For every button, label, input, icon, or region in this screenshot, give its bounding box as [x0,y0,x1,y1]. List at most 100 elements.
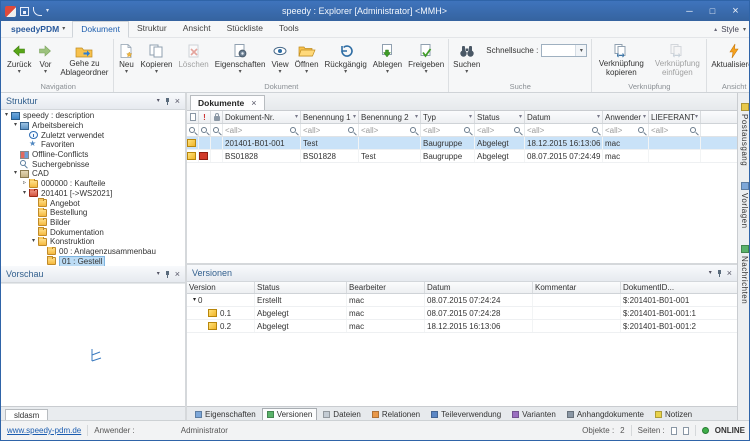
refresh-button[interactable]: Aktualisieren [708,39,750,82]
filter-cell[interactable]: <all> [525,124,603,136]
quick-search-combobox[interactable] [541,44,587,57]
column-warning[interactable] [199,111,211,123]
column-kommentar[interactable]: Kommentar [533,282,621,293]
column-status[interactable]: Status [475,111,525,123]
panel-menu-icon[interactable] [157,98,160,104]
column-version[interactable]: Version [187,282,255,293]
filter-dropdown-icon[interactable] [295,114,298,120]
version-row[interactable]: ▾ 0 Erstellt mac 08.07.2015 07:24:24 $:2… [187,294,737,307]
side-tab[interactable]: Vorlagen [740,182,749,229]
version-row[interactable]: 0.1 Abgelegt mac 08.07.2015 07:24:28 $:2… [187,307,737,320]
row-expander-icon[interactable]: ▾ [191,297,198,304]
tree-expander-icon[interactable]: ▾ [30,238,37,245]
new-button[interactable]: Neu [115,39,137,82]
column-anwender[interactable]: Anwender [603,111,649,123]
filter-cell[interactable] [199,124,211,136]
column-document-type[interactable] [187,111,199,123]
close-panel-icon[interactable] [727,269,732,278]
filter-cell[interactable]: <all> [359,124,421,136]
tree-item[interactable]: ▹ 000000 : Kaufteile [1,179,185,189]
column-lieferant[interactable]: LIEFERANT [649,111,701,123]
tree-item[interactable]: Favoriten [1,140,185,150]
forward-button[interactable]: Vor [34,39,56,82]
ribbon-tab[interactable]: Struktur [129,21,175,37]
app-icon[interactable] [5,6,16,17]
tree-item[interactable]: Offline-Conflicts [1,150,185,160]
tree-item[interactable]: ▾ Arbeitsbereich [1,121,185,131]
filter-dropdown-icon[interactable] [415,114,418,120]
tree-item[interactable]: ▾ 201401 [->WS2021] [1,189,185,199]
release-button[interactable]: Freigeben [405,39,447,82]
tree-item[interactable]: Suchergebnisse [1,159,185,169]
ribbon-tab[interactable]: Dokument [72,21,129,38]
search-button[interactable]: Suchen [450,39,483,82]
style-selector[interactable]: Style [721,25,739,34]
tree-item[interactable]: ▾ CAD [1,169,185,179]
collapse-ribbon-icon[interactable] [714,26,717,33]
filter-cell[interactable]: <all> [649,124,701,136]
open-button[interactable]: Öffnen [292,39,322,82]
column-benennung1[interactable]: Benennung 1 [301,111,359,123]
filter-cell[interactable]: <all> [475,124,525,136]
quick-search-input[interactable] [542,45,575,56]
checkin-button[interactable]: Ablegen [370,39,405,82]
column-dokument-nr[interactable]: Dokument-Nr. [223,111,301,123]
panel-menu-icon[interactable] [709,270,712,276]
filter-dropdown-icon[interactable] [695,114,698,120]
properties-button[interactable]: Eigenschaften [212,39,269,82]
style-dropdown-icon[interactable] [743,27,746,33]
ribbon-tab[interactable]: Stückliste [219,21,271,37]
minimize-button[interactable] [680,3,699,19]
tree-item[interactable]: 01 : Gestell [1,256,185,266]
tree-item[interactable]: Bestellung [1,208,185,218]
ribbon-tab[interactable]: Tools [271,21,307,37]
close-panel-icon[interactable] [175,97,180,106]
tree-item[interactable]: Bilder [1,218,185,228]
tree-item[interactable]: Dokumentation [1,227,185,237]
filter-cell[interactable]: <all> [223,124,301,136]
tree-item[interactable]: ▾ speedy : description [1,111,185,121]
pin-icon[interactable] [164,270,171,279]
tree-item[interactable]: 00 : Anlagenzusammenbau [1,247,185,257]
maximize-button[interactable] [703,3,722,19]
save-icon[interactable] [20,7,29,16]
filter-cell[interactable] [211,124,223,136]
filter-cell[interactable]: <all> [301,124,359,136]
tree-item[interactable]: ▾ Konstruktion [1,237,185,247]
undo-icon[interactable] [33,7,42,16]
combo-dropdown-icon[interactable] [575,45,586,56]
ribbon-tab[interactable]: Ansicht [175,21,219,37]
close-tab-icon[interactable] [251,99,256,108]
document-row[interactable]: BS01828 BS01828 Test Baugruppe Abgelegt … [187,150,737,163]
view-button[interactable]: View [268,39,291,82]
tree-expander-icon[interactable]: ▾ [3,112,10,119]
undo-checkout-button[interactable]: Rückgängig [322,39,370,82]
panel-menu-icon[interactable] [157,271,160,277]
tree-expander-icon[interactable]: ▹ [21,180,28,187]
column-typ[interactable]: Typ [421,111,475,123]
column-bearbeiter[interactable]: Bearbeiter [347,282,425,293]
tree-item[interactable]: Angebot [1,198,185,208]
column-benennung2[interactable]: Benennung 2 [359,111,421,123]
back-button[interactable]: Zurück [4,39,34,82]
website-link[interactable]: www.speedy-pdm.de [7,426,81,435]
goto-folder-button[interactable]: Gehe zu Ablageordner [56,39,112,82]
pin-icon[interactable] [164,97,171,106]
document-row[interactable]: 201401-B01-001 Test Baugruppe Abgelegt 1… [187,137,737,150]
close-button[interactable] [726,3,745,19]
copy-button[interactable]: Kopieren [137,39,175,82]
filter-cell[interactable] [187,124,199,136]
pin-icon[interactable] [716,269,723,278]
app-menu-tab[interactable]: speedyPDM [4,22,72,37]
documents-tab[interactable]: Dokumente [190,95,265,110]
column-datum[interactable]: Datum [525,111,603,123]
copy-link-button[interactable]: Verknüpfung kopieren [593,39,649,82]
filter-cell[interactable]: <all> [421,124,475,136]
filter-dropdown-icon[interactable] [469,114,472,120]
page-view-icon-2[interactable] [683,427,689,435]
filter-dropdown-icon[interactable] [353,114,356,120]
filter-cell[interactable]: <all> [603,124,649,136]
column-dokumentid[interactable]: DokumentID... [621,282,737,293]
tree-item[interactable]: Zuletzt verwendet [1,130,185,140]
close-panel-icon[interactable] [175,270,180,279]
